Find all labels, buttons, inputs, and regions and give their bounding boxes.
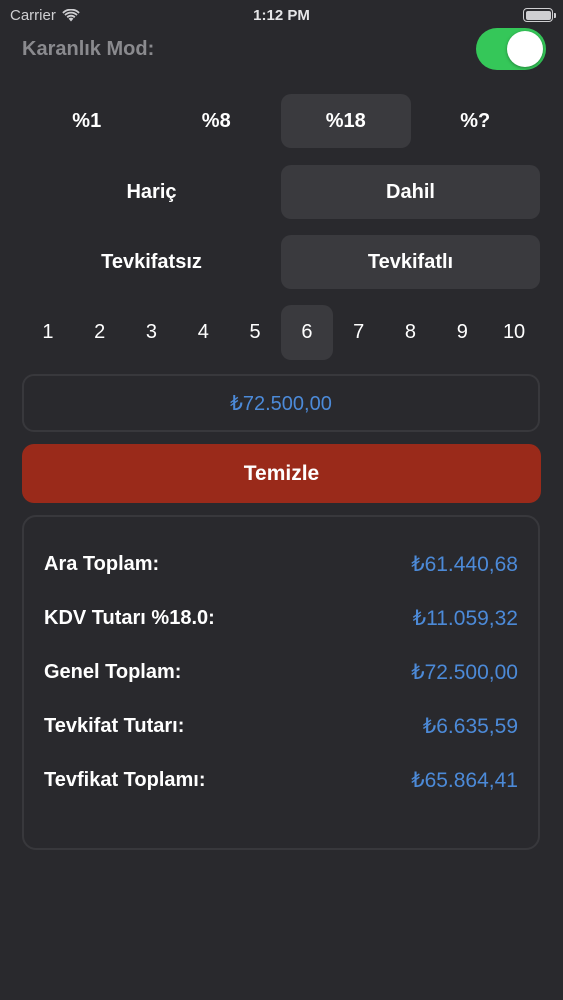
status-time: 1:12 PM: [253, 6, 310, 24]
vat-rate-selector: %1 %8 %18 %?: [22, 94, 540, 148]
withholding-selector: Tevkifatsız Tevkifatlı: [22, 235, 540, 289]
ratio-option[interactable]: 5: [229, 305, 281, 360]
battery-level: [525, 10, 551, 20]
vat-rate-18[interactable]: %18: [281, 94, 411, 148]
dark-mode-toggle[interactable]: [476, 28, 546, 70]
result-value: ₺61.440,68: [411, 552, 518, 576]
result-value: ₺72.500,00: [411, 660, 518, 684]
vat-rate-8[interactable]: %8: [152, 94, 282, 148]
vat-amount-row: KDV Tutarı %18.0: ₺11.059,32: [44, 591, 518, 645]
vat-rate-custom[interactable]: %?: [411, 94, 541, 148]
ratio-option[interactable]: 9: [436, 305, 488, 360]
results-panel: Ara Toplam: ₺61.440,68 KDV Tutarı %18.0:…: [22, 515, 540, 850]
toggle-knob: [507, 31, 543, 67]
amount-input[interactable]: ₺72.500,00: [22, 374, 540, 432]
result-label: Genel Toplam:: [44, 660, 182, 683]
dark-mode-row: Karanlık Mod:: [22, 27, 546, 71]
result-value: ₺6.635,59: [422, 714, 518, 738]
no-withholding-option[interactable]: Tevkifatsız: [22, 235, 281, 289]
ratio-option[interactable]: 10: [488, 305, 540, 360]
ratio-option[interactable]: 3: [126, 305, 178, 360]
result-value: ₺65.864,41: [411, 768, 518, 792]
result-label: Tevkifat Tutarı:: [44, 714, 185, 737]
withholding-total-row: Tevfikat Toplamı: ₺65.864,41: [44, 753, 518, 807]
ratio-option[interactable]: 4: [177, 305, 229, 360]
ratio-option[interactable]: 1: [22, 305, 74, 360]
inclusion-selector: Hariç Dahil: [22, 165, 540, 219]
ratio-option[interactable]: 8: [385, 305, 437, 360]
subtotal-row: Ara Toplam: ₺61.440,68: [44, 537, 518, 591]
result-label: KDV Tutarı %18.0:: [44, 606, 215, 629]
dark-mode-label: Karanlık Mod:: [22, 37, 155, 60]
inclusive-option[interactable]: Dahil: [281, 165, 540, 219]
exclusive-option[interactable]: Hariç: [22, 165, 281, 219]
grand-total-row: Genel Toplam: ₺72.500,00: [44, 645, 518, 699]
status-bar: Carrier 1:12 PM: [0, 0, 563, 30]
withholding-option[interactable]: Tevkifatlı: [281, 235, 540, 289]
result-value: ₺11.059,32: [412, 606, 518, 630]
result-label: Tevfikat Toplamı:: [44, 768, 206, 791]
battery-icon: [523, 8, 556, 22]
withholding-ratio-selector: 1 2 3 4 5 6 7 8 9 10: [22, 305, 540, 360]
ratio-option[interactable]: 2: [74, 305, 126, 360]
result-label: Ara Toplam:: [44, 552, 160, 575]
clear-button[interactable]: Temizle: [22, 444, 541, 503]
ratio-option-selected[interactable]: 6: [280, 305, 333, 360]
vat-rate-1[interactable]: %1: [22, 94, 152, 148]
ratio-option[interactable]: 7: [333, 305, 385, 360]
withholding-amount-row: Tevkifat Tutarı: ₺6.635,59: [44, 699, 518, 753]
